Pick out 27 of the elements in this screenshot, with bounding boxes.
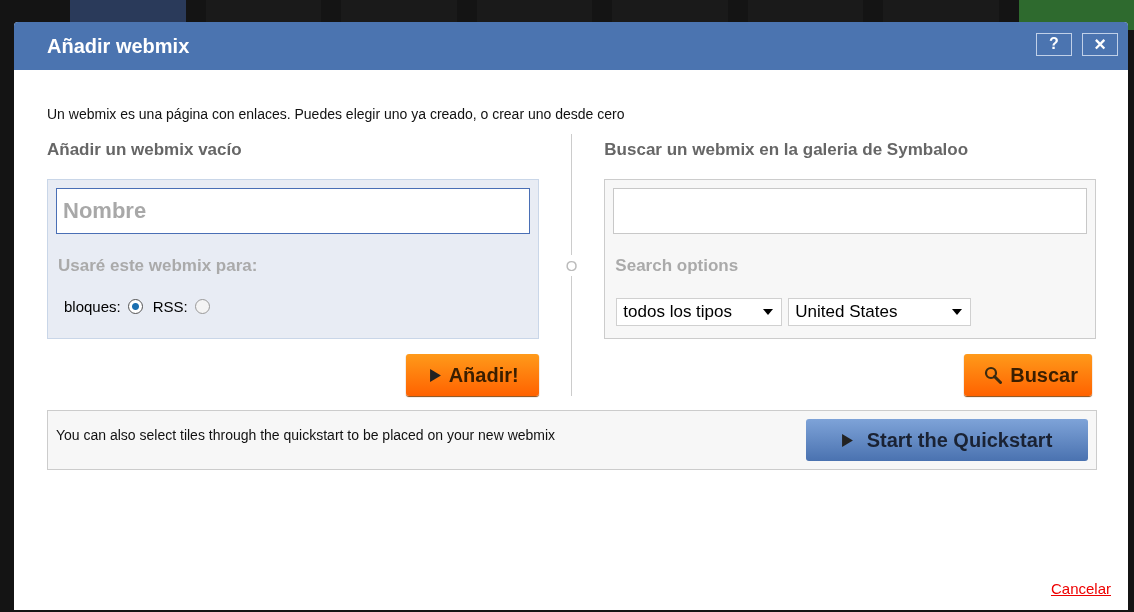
section-heading: Añadir un webmix vacío [47, 140, 243, 160]
add-button[interactable]: Añadir! [405, 354, 539, 396]
search-icon [984, 366, 1003, 384]
radio-button[interactable] [127, 299, 143, 314]
search-options-label: Search options [615, 256, 740, 276]
caret-icon [763, 309, 774, 315]
quickstart-text: You can also select tiles through the quickstart to be placed on your new webmix [56, 427, 556, 443]
radio-label: bloques: [64, 298, 121, 315]
radio-label: RSS: [152, 298, 188, 315]
quickstart-button[interactable]: Start the Quickstart [806, 419, 1088, 461]
or-label: O [565, 256, 578, 274]
section-heading: Buscar un webmix en la galeria de Symbaloo [604, 140, 970, 160]
close-button[interactable]: × [1082, 32, 1118, 56]
caret-icon [952, 309, 963, 315]
search-button[interactable]: Buscar [964, 354, 1092, 396]
play-icon [429, 368, 441, 382]
play-icon [841, 433, 853, 447]
cancel-link[interactable]: Cancelar [1050, 580, 1111, 597]
intro-text: Un webmix es una página con enlaces. Puedes elegir uno ya creado, o crear uno desde cero [47, 106, 626, 122]
radio-button[interactable] [194, 299, 210, 314]
dialog-title: Añadir webmix [47, 34, 190, 58]
dropdown[interactable]: United States [788, 298, 972, 326]
help-button[interactable]: ? [1036, 32, 1072, 56]
search-field[interactable] [613, 188, 1087, 234]
name-field[interactable]: Nombre [56, 188, 530, 234]
dropdown[interactable]: todos los tipos [616, 298, 783, 326]
usage-label: Usaré este webmix para: [58, 256, 259, 276]
